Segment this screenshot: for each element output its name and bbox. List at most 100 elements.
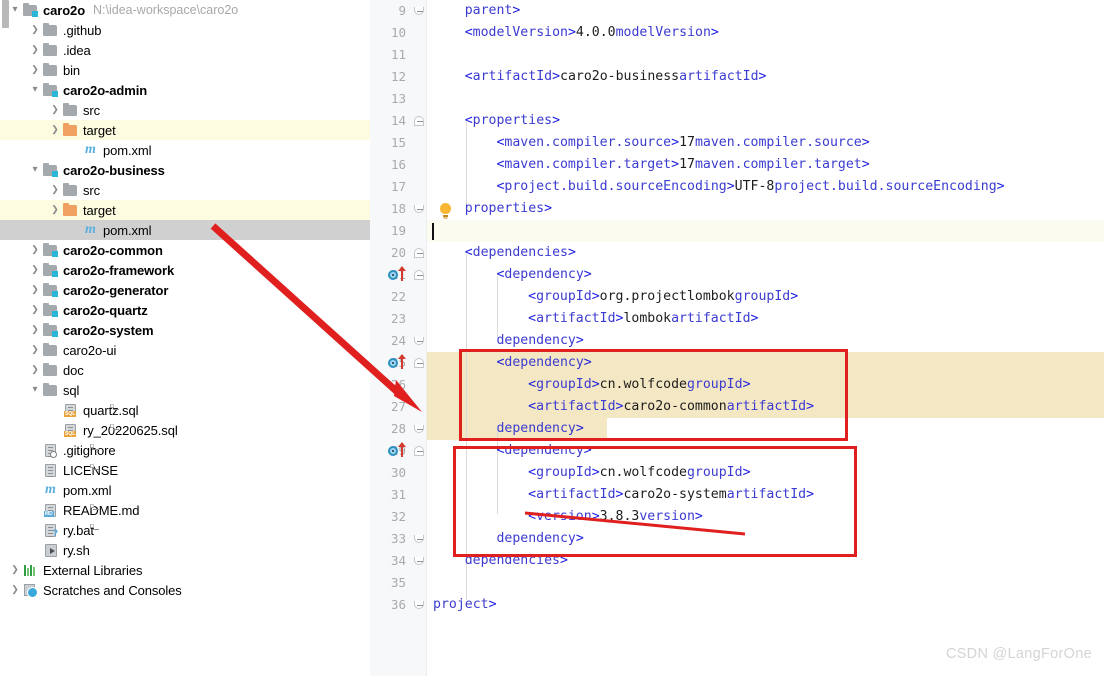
code-line[interactable]: 21 <dependency> [370, 264, 1104, 286]
tree-item-license[interactable]: LICENSE [0, 460, 370, 480]
chevron-right-icon[interactable] [28, 285, 42, 295]
tree-item-idea[interactable]: .idea [0, 40, 370, 60]
chevron-right-icon[interactable] [48, 125, 62, 135]
code-line[interactable]: 13 [370, 88, 1104, 110]
code-line[interactable]: 22 <groupId>org.projectlombokgroupId> [370, 286, 1104, 308]
override-arrow-icon[interactable] [398, 354, 406, 369]
tree-item-root[interactable]: caro2o N:\idea-workspace\caro2o [0, 0, 370, 20]
tree-item-pom-xml[interactable]: m pom.xml [0, 480, 370, 500]
project-tree[interactable]: caro2o N:\idea-workspace\caro2o .github .id… [0, 0, 370, 600]
code-line[interactable]: 14 <properties> [370, 110, 1104, 132]
tree-item-caro2o-quartz[interactable]: caro2o-quartz [0, 300, 370, 320]
code-line[interactable]: 15 <maven.compiler.source>17maven.compile… [370, 132, 1104, 154]
chevron-right-icon[interactable] [28, 45, 42, 55]
chevron-right-icon[interactable] [28, 245, 42, 255]
code-fold-icon[interactable] [414, 7, 424, 15]
tree-item-caro2o-admin[interactable]: caro2o-admin [0, 80, 370, 100]
code-fold-icon[interactable] [414, 601, 424, 609]
dependency-marker-icon[interactable] [388, 446, 398, 456]
dependency-marker-icon[interactable] [388, 270, 398, 280]
tree-item-target[interactable]: target [0, 120, 370, 140]
tree-item-scratches-and-consoles[interactable]: Scratches and Consoles [0, 580, 370, 600]
dependency-marker-icon[interactable] [388, 358, 398, 368]
tree-item-target[interactable]: target [0, 200, 370, 220]
tree-item-doc[interactable]: doc [0, 360, 370, 380]
code-line[interactable]: 30 <groupId>cn.wolfcodegroupId> [370, 462, 1104, 484]
tree-item-github[interactable]: .github [0, 20, 370, 40]
tree-item-caro2o-generator[interactable]: caro2o-generator [0, 280, 370, 300]
chevron-down-icon[interactable] [8, 5, 22, 15]
code-line[interactable]: 18 properties> [370, 198, 1104, 220]
chevron-right-icon[interactable] [28, 325, 42, 335]
code-fold-icon[interactable] [414, 270, 424, 280]
tree-item-caro2o-business[interactable]: caro2o-business [0, 160, 370, 180]
tree-item-src[interactable]: src [0, 100, 370, 120]
code-fold-icon[interactable] [414, 425, 424, 433]
tree-item-caro2o-common[interactable]: caro2o-common [0, 240, 370, 260]
code-line[interactable]: 27 <artifactId>caro2o-commonartifactId> [370, 396, 1104, 418]
override-arrow-icon[interactable] [398, 442, 406, 457]
intention-bulb-icon[interactable] [440, 203, 451, 217]
chevron-right-icon[interactable] [28, 345, 42, 355]
code-line[interactable]: 33 dependency> [370, 528, 1104, 550]
chevron-right-icon[interactable] [28, 365, 42, 375]
code-fold-icon[interactable] [414, 358, 424, 368]
chevron-right-icon[interactable] [8, 585, 22, 595]
code-line[interactable]: 11 [370, 44, 1104, 66]
override-arrow-icon[interactable] [398, 266, 406, 281]
chevron-right-icon[interactable] [48, 185, 62, 195]
code-line[interactable]: 16 <maven.compiler.target>17maven.compile… [370, 154, 1104, 176]
chevron-down-icon[interactable] [28, 165, 42, 175]
code-fold-icon[interactable] [414, 557, 424, 565]
code-line[interactable]: 32 <version>3.8.3version> [370, 506, 1104, 528]
tree-item-ry-20220625-sql[interactable]: SQL ry_20220625.sql [0, 420, 370, 440]
tree-item-ry-bat[interactable]: ? ry.bat [0, 520, 370, 540]
code-line[interactable]: 12 <artifactId>caro2o-businessartifactId> [370, 66, 1104, 88]
code-line[interactable]: 29 <dependency> [370, 440, 1104, 462]
code-line[interactable]: 23 <artifactId>lombokartifactId> [370, 308, 1104, 330]
project-tool-window[interactable]: caro2o N:\idea-workspace\caro2o .github .id… [0, 0, 370, 676]
tree-item-caro2o-system[interactable]: caro2o-system [0, 320, 370, 340]
chevron-right-icon[interactable] [28, 265, 42, 275]
code-line[interactable]: 20 <dependencies> [370, 242, 1104, 264]
chevron-right-icon[interactable] [8, 565, 22, 575]
code-editor[interactable]: 9 parent> 10 <modelVersion>4.0.0modelVersio… [370, 0, 1104, 676]
tree-item-sql[interactable]: sql [0, 380, 370, 400]
code-line[interactable]: 19 [370, 220, 1104, 242]
code-line[interactable]: 28 dependency> [370, 418, 1104, 440]
code-line[interactable]: 25 <dependency> [370, 352, 1104, 374]
tree-item-external-libraries[interactable]: External Libraries [0, 560, 370, 580]
code-line[interactable]: 34 dependencies> [370, 550, 1104, 572]
code-fold-icon[interactable] [414, 205, 424, 213]
code-fold-icon[interactable] [414, 337, 424, 345]
tree-item-pom-xml[interactable]: m pom.xml [0, 140, 370, 160]
tree-item-pom-xml[interactable]: m pom.xml [0, 220, 370, 240]
code-fold-icon[interactable] [414, 116, 424, 126]
chevron-down-icon[interactable] [28, 385, 42, 395]
code-line[interactable]: 17 <project.build.sourceEncoding>UTF-8pro… [370, 176, 1104, 198]
code-line[interactable]: 35 [370, 572, 1104, 594]
code-line[interactable]: 9 parent> [370, 0, 1104, 22]
code-line[interactable]: 26 <groupId>cn.wolfcodegroupId> [370, 374, 1104, 396]
tree-item-caro2o-framework[interactable]: caro2o-framework [0, 260, 370, 280]
chevron-right-icon[interactable] [28, 305, 42, 315]
code-fold-icon[interactable] [414, 446, 424, 456]
tree-item-bin[interactable]: bin [0, 60, 370, 80]
tree-item-src[interactable]: src [0, 180, 370, 200]
code-fold-icon[interactable] [414, 248, 424, 258]
code-line[interactable]: 24 dependency> [370, 330, 1104, 352]
code-line[interactable]: 10 <modelVersion>4.0.0modelVersion> [370, 22, 1104, 44]
chevron-right-icon[interactable] [48, 105, 62, 115]
tree-item-gitignore[interactable]: .gitignore [0, 440, 370, 460]
code-line[interactable]: 31 <artifactId>caro2o-systemartifactId> [370, 484, 1104, 506]
tree-item-caro2o-ui[interactable]: caro2o-ui [0, 340, 370, 360]
tree-item-readme-md[interactable]: MD README.md [0, 500, 370, 520]
code-line[interactable]: 36 project> [370, 594, 1104, 616]
tree-item-ry-sh[interactable]: ry.sh [0, 540, 370, 560]
chevron-right-icon[interactable] [28, 25, 42, 35]
chevron-right-icon[interactable] [28, 65, 42, 75]
tree-item-quartz-sql[interactable]: SQL quartz.sql [0, 400, 370, 420]
chevron-down-icon[interactable] [28, 85, 42, 95]
code-fold-icon[interactable] [414, 535, 424, 543]
chevron-right-icon[interactable] [48, 205, 62, 215]
